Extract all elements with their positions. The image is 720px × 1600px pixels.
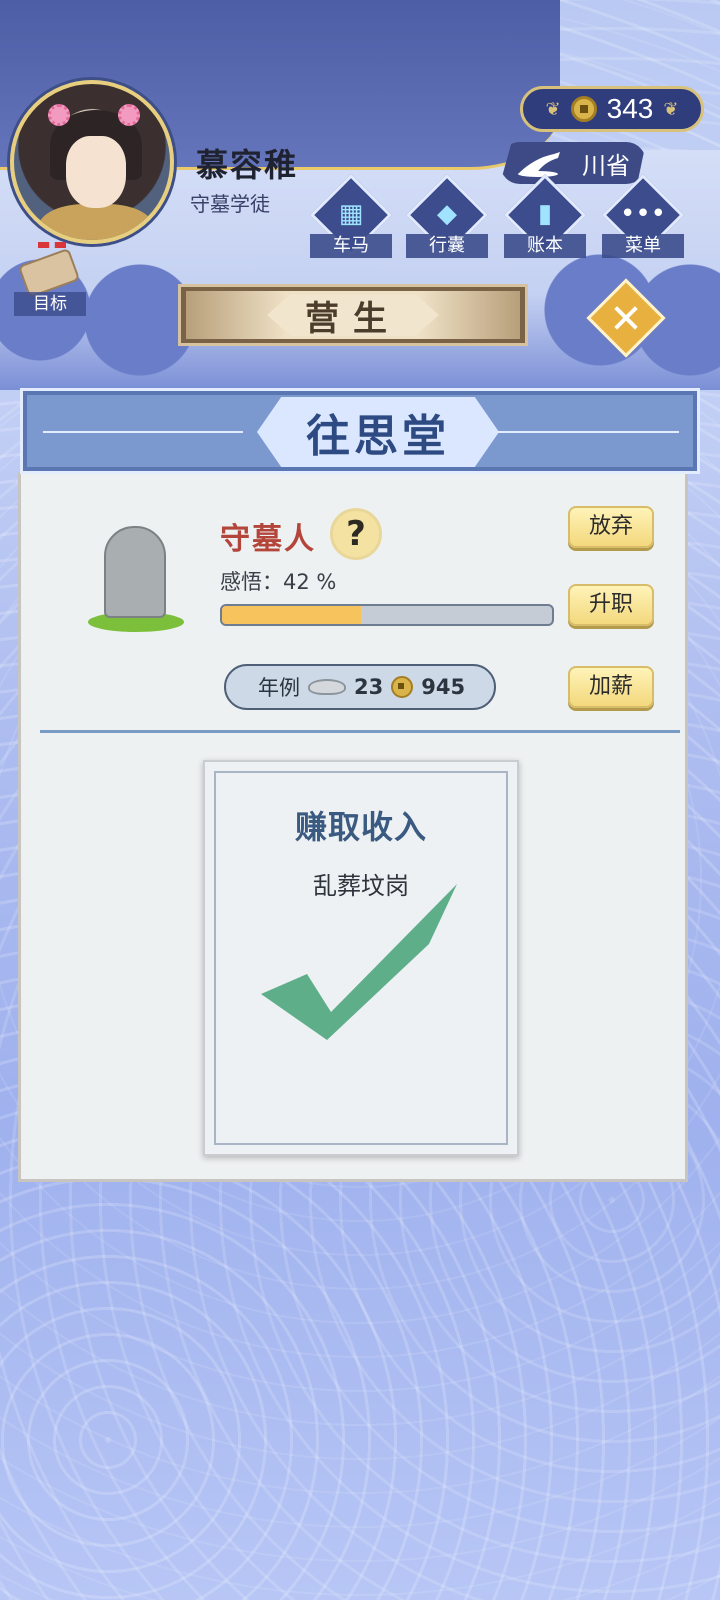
player-title: 守墓学徒 — [190, 192, 270, 216]
player-name: 慕容稚 — [196, 146, 299, 184]
divider — [40, 730, 680, 733]
flower-icon — [118, 104, 140, 126]
nav-label: 行囊 — [406, 234, 488, 258]
region-emblem-icon — [518, 152, 560, 177]
promote-button[interactable]: 升职 — [568, 584, 654, 626]
goal-button[interactable]: 目标 — [14, 242, 86, 318]
salary-coins: 945 — [421, 675, 466, 699]
abandon-button[interactable]: 放弃 — [568, 506, 654, 548]
bamboo-icon: ❦ — [663, 98, 679, 120]
workplace-header: 往思堂 — [20, 388, 700, 474]
player-avatar[interactable] — [10, 80, 174, 244]
workplace-title: 往思堂 — [257, 397, 499, 467]
close-icon: ✕ — [609, 296, 643, 343]
annual-salary: 年例 23 945 — [224, 664, 496, 710]
insight-progress-fill — [222, 606, 361, 624]
help-button[interactable]: ? — [330, 508, 382, 560]
nav-bag-button[interactable]: ◆ 行囊 — [402, 173, 492, 258]
nav-label: 账本 — [504, 234, 586, 258]
income-card-title: 赚取收入 — [294, 808, 427, 846]
nav-label: 车马 — [310, 234, 392, 258]
goal-label: 目标 — [14, 292, 86, 316]
insight-progress-bar — [220, 604, 554, 626]
section-title: 营生 — [267, 294, 439, 336]
section-banner: 营生 — [178, 284, 528, 346]
copper-coin-icon — [391, 676, 414, 698]
salary-silver: 23 — [354, 675, 384, 699]
copper-coin-icon — [570, 96, 597, 122]
carriage-icon: ▦ — [338, 199, 364, 229]
scroll-icon — [17, 247, 81, 299]
menu-dots-icon: ••• — [620, 199, 667, 229]
nav-carriage-button[interactable]: ▦ 车马 — [306, 173, 396, 258]
flower-icon — [48, 104, 70, 126]
silver-ingot-icon — [308, 679, 346, 695]
bag-icon: ◆ — [437, 199, 457, 229]
coin-counter: ❦ 343 ❦ — [520, 86, 704, 132]
insight-text: 感悟：42 % — [220, 570, 337, 594]
tombstone-icon — [76, 520, 186, 632]
region-label: 川省 — [582, 151, 630, 180]
coin-value: 343 — [606, 93, 654, 124]
salary-label: 年例 — [258, 676, 300, 700]
job-name: 守墓人 — [220, 522, 316, 557]
raise-button[interactable]: 加薪 — [568, 666, 654, 708]
bamboo-icon: ❦ — [545, 98, 561, 120]
ledger-icon: ▮ — [537, 199, 553, 229]
region-button[interactable]: 川省 — [500, 142, 646, 184]
nav-ledger-button[interactable]: ▮ 账本 — [500, 173, 590, 258]
checkmark-icon — [261, 884, 457, 1040]
income-card[interactable]: 赚取收入 乱葬坟岗 — [203, 760, 519, 1156]
nav-menu-button[interactable]: ••• 菜单 — [598, 173, 688, 258]
nav-label: 菜单 — [602, 234, 684, 258]
question-mark-icon: ? — [346, 514, 366, 554]
